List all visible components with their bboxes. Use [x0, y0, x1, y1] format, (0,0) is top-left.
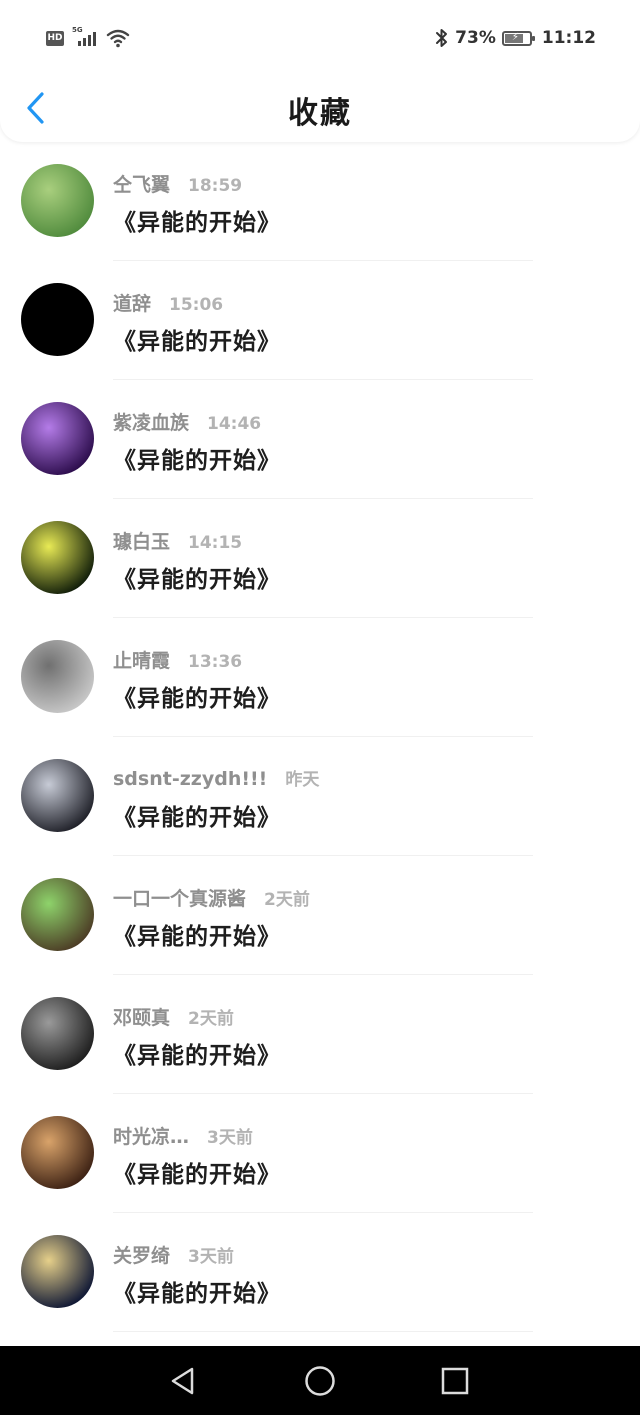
signal-icon: 5G: [70, 26, 100, 48]
nav-home-button[interactable]: [302, 1363, 338, 1399]
timestamp: 13:36: [188, 652, 243, 672]
header: 收藏: [0, 76, 640, 140]
bluetooth-icon: [436, 29, 448, 47]
avatar[interactable]: [21, 521, 94, 594]
book-title[interactable]: 《异能的开始》: [113, 798, 281, 832]
list-item[interactable]: 道辞 15:06 《异能的开始》: [0, 264, 640, 383]
item-meta: 时光凉… 3天前: [113, 1122, 253, 1149]
nav-recents-button[interactable]: [437, 1363, 473, 1399]
timestamp: 3天前: [207, 1128, 253, 1148]
home-circle-icon: [305, 1366, 335, 1396]
divider: [113, 974, 533, 975]
avatar[interactable]: [21, 1116, 94, 1189]
timestamp: 14:46: [207, 414, 262, 434]
divider: [113, 1331, 533, 1332]
list-item[interactable]: 紫凌血族 14:46 《异能的开始》: [0, 383, 640, 502]
list-item[interactable]: 止晴霞 13:36 《异能的开始》: [0, 621, 640, 740]
item-meta: 一口一个真源酱 2天前: [113, 884, 310, 911]
item-meta: 邓颐真 2天前: [113, 1003, 234, 1030]
item-meta: sdsnt-zzydh!!! 昨天: [113, 765, 319, 790]
nav-back-button[interactable]: [165, 1363, 201, 1399]
avatar[interactable]: [21, 164, 94, 237]
book-title[interactable]: 《异能的开始》: [113, 560, 281, 594]
user-name[interactable]: 仝飞翼: [113, 170, 170, 197]
item-meta: 止晴霞 13:36: [113, 646, 242, 673]
status-bar: HD 5G 73% ⚡ 11:12: [0, 0, 640, 76]
user-name[interactable]: 止晴霞: [113, 646, 170, 673]
user-name[interactable]: 璩白玉: [113, 527, 170, 554]
avatar[interactable]: [21, 283, 94, 356]
avatar[interactable]: [21, 1235, 94, 1308]
user-name[interactable]: 道辞: [113, 289, 151, 316]
timestamp: 3天前: [188, 1247, 234, 1267]
timestamp: 15:06: [169, 295, 224, 315]
list-item[interactable]: sdsnt-zzydh!!! 昨天 《异能的开始》: [0, 740, 640, 859]
top-bar: HD 5G 73% ⚡ 11:12 收藏: [0, 0, 640, 142]
list-item[interactable]: 仝飞翼 18:59 《异能的开始》: [0, 145, 640, 264]
book-title[interactable]: 《异能的开始》: [113, 917, 281, 951]
back-triangle-icon: [171, 1367, 194, 1395]
recents-square-icon: [441, 1367, 469, 1395]
divider: [113, 260, 533, 261]
list-item[interactable]: 关罗绮 3天前《异能的开始》: [0, 1216, 640, 1335]
user-name[interactable]: 紫凌血族: [113, 408, 189, 435]
book-title[interactable]: 《异能的开始》: [113, 1155, 281, 1189]
timestamp: 18:59: [188, 176, 243, 196]
navigation-bar: [0, 1346, 640, 1415]
item-meta: 仝飞翼 18:59: [113, 170, 242, 197]
user-name[interactable]: 关罗绮: [113, 1241, 170, 1268]
hd-icon: HD: [46, 30, 64, 46]
user-name[interactable]: 邓颐真: [113, 1003, 170, 1030]
book-title[interactable]: 《异能的开始》: [113, 679, 281, 713]
user-name[interactable]: 一口一个真源酱: [113, 884, 246, 911]
avatar[interactable]: [21, 878, 94, 951]
status-right: 73% ⚡ 11:12: [435, 26, 596, 50]
item-meta: 关罗绮 3天前: [113, 1241, 234, 1268]
list-item[interactable]: 璩白玉 14:15 《异能的开始》: [0, 502, 640, 621]
item-meta: 璩白玉 14:15: [113, 527, 242, 554]
avatar[interactable]: [21, 997, 94, 1070]
timestamp: 2天前: [264, 890, 310, 910]
list-item[interactable]: 时光凉… 3天前《异能的开始》: [0, 1097, 640, 1216]
item-meta: 紫凌血族 14:46: [113, 408, 261, 435]
timestamp: 昨天: [285, 770, 320, 790]
book-title[interactable]: 《异能的开始》: [113, 441, 281, 475]
book-title[interactable]: 《异能的开始》: [113, 1274, 281, 1308]
divider: [113, 498, 533, 499]
battery-percent: 73%: [455, 28, 496, 48]
divider: [113, 1093, 533, 1094]
divider: [113, 736, 533, 737]
divider: [113, 855, 533, 856]
divider: [113, 1212, 533, 1213]
user-name[interactable]: sdsnt-zzydh!!!: [113, 768, 267, 790]
list-item[interactable]: 一口一个真源酱 2天前《异能的开始》: [0, 859, 640, 978]
divider: [113, 379, 533, 380]
page-title: 收藏: [288, 96, 352, 131]
avatar[interactable]: [21, 759, 94, 832]
item-meta: 道辞 15:06: [113, 289, 223, 316]
book-title[interactable]: 《异能的开始》: [113, 1036, 281, 1070]
book-title[interactable]: 《异能的开始》: [113, 322, 281, 356]
favorites-list: 仝飞翼 18:59 《异能的开始》 道辞 15:06 《异能的开始》 紫凌血族 14:46 《异…: [0, 145, 640, 1335]
wifi-icon: [106, 29, 130, 48]
battery-icon: ⚡: [501, 30, 535, 46]
timestamp: 14:15: [188, 533, 243, 553]
status-left: HD 5G: [46, 26, 130, 50]
clock: 11:12: [541, 28, 596, 48]
avatar[interactable]: [21, 402, 94, 475]
divider: [113, 617, 533, 618]
timestamp: 2天前: [188, 1009, 234, 1029]
user-name[interactable]: 时光凉…: [113, 1122, 189, 1149]
list-item[interactable]: 邓颐真 2天前《异能的开始》: [0, 978, 640, 1097]
avatar[interactable]: [21, 640, 94, 713]
book-title[interactable]: 《异能的开始》: [113, 203, 281, 237]
